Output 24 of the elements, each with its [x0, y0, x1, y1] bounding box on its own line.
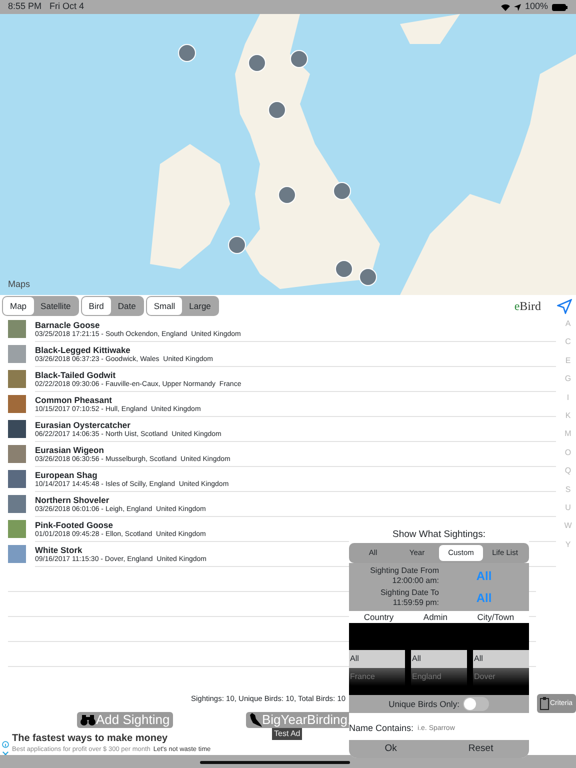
bird-name: Black-Legged Kittiwake	[35, 344, 130, 355]
ebird-logo: eBird	[514, 298, 541, 315]
bird-name: Barnacle Goose	[35, 319, 100, 330]
date-label: Sighting Date To 11:59:59 pm:	[379, 586, 439, 608]
bird-name: White Stork	[35, 544, 82, 555]
maps-logo: Maps	[8, 278, 30, 291]
bird-name: Eurasian Oystercatcher	[35, 419, 130, 430]
toggle-label: Unique Birds Only:	[388, 698, 460, 711]
bird-name: Common Pheasant	[35, 394, 112, 405]
date-label: Sighting Date From 12:00:00 am:	[369, 564, 439, 586]
dialog-title: Show What Sightings:	[392, 528, 486, 542]
bird-name: Eurasian Wigeon	[35, 444, 104, 455]
ad-title: The fastest ways to make money	[12, 732, 168, 746]
status-date: Fri Oct 4	[50, 0, 84, 14]
picker-heading: Country	[362, 610, 395, 624]
bird-name: European Shag	[35, 469, 98, 480]
status-time: 8:55 PM	[8, 0, 42, 14]
battery-percent: 100%	[524, 0, 548, 14]
bird-name: Pink-Footed Goose	[35, 519, 113, 530]
bird-name: Black-Tailed Godwit	[35, 369, 116, 380]
test-ad-badge: Test Ad	[272, 728, 302, 740]
picker-heading: City/Town	[476, 610, 516, 624]
picker-heading: Admin	[422, 610, 448, 624]
bird-name: Northern Shoveler	[35, 494, 110, 505]
